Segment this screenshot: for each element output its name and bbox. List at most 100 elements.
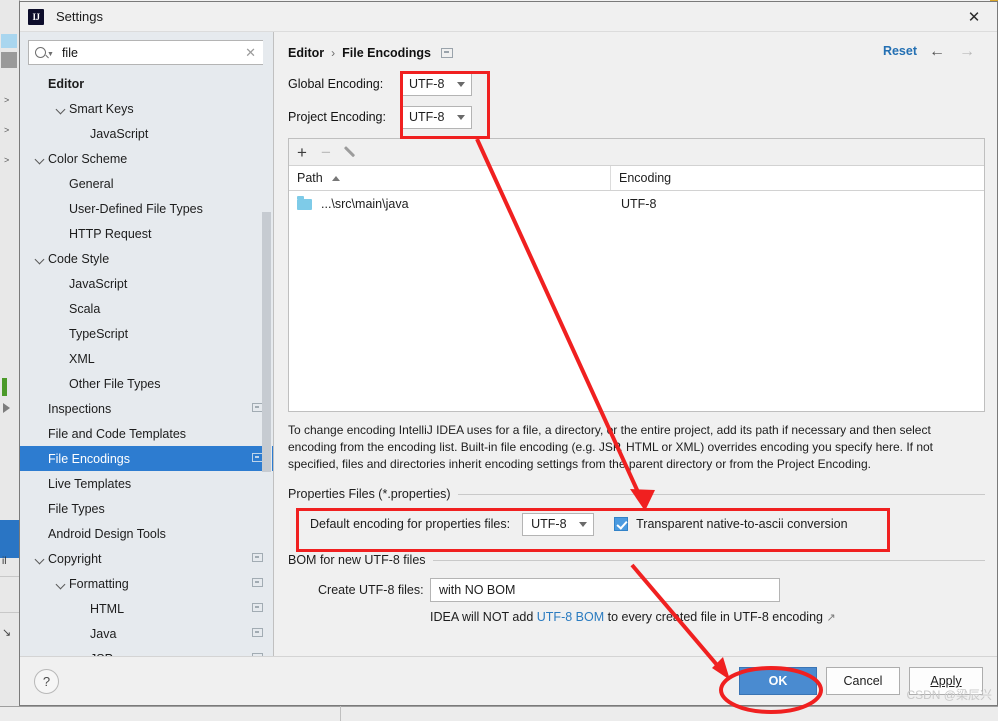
sidebar-item-http-request[interactable]: HTTP Request	[20, 221, 273, 246]
nav-back-icon[interactable]: ←	[929, 43, 945, 61]
sidebar-item-android-design-tools[interactable]: Android Design Tools	[20, 521, 273, 546]
chevron-down-icon	[457, 114, 465, 120]
project-encoding-dropdown[interactable]: UTF-8	[400, 105, 472, 129]
table-cell-encoding[interactable]: UTF-8	[621, 197, 984, 211]
encodings-table-body[interactable]: ...\src\main\java UTF-8	[289, 191, 984, 411]
chevron-down-icon[interactable]	[55, 578, 67, 590]
settings-tree[interactable]: Editor Smart Keys JavaScript Color Scheme Ge…	[20, 71, 273, 656]
sidebar-item-editor[interactable]: Editor	[20, 71, 273, 96]
sidebar-item-html[interactable]: HTML	[20, 596, 273, 621]
sidebar-item-label: HTML	[90, 601, 125, 616]
sidebar-item-file-encodings[interactable]: File Encodings	[20, 446, 273, 471]
group-divider	[457, 493, 985, 495]
sidebar-item-label: File Types	[48, 501, 105, 516]
global-encoding-dropdown[interactable]: UTF-8	[400, 72, 472, 96]
background-run-icon	[3, 403, 10, 413]
column-header-encoding[interactable]: Encoding	[611, 166, 984, 190]
search-box[interactable]: ▼ file ✕	[28, 40, 265, 65]
add-path-button[interactable]: +	[297, 144, 307, 161]
background-selected-row	[0, 520, 20, 558]
breadcrumb-parent[interactable]: Editor	[288, 46, 324, 60]
chevron-down-icon	[579, 521, 588, 527]
cancel-button[interactable]: Cancel	[826, 667, 900, 695]
project-encoding-label: Project Encoding:	[288, 110, 386, 124]
bom-create-value: with NO BOM	[439, 583, 516, 597]
sidebar-item-formatting[interactable]: Formatting	[20, 571, 273, 596]
close-icon[interactable]: ✕	[951, 2, 997, 32]
background-status-bar	[0, 706, 998, 721]
transparent-conversion-label[interactable]: Transparent native-to-ascii conversion	[636, 517, 847, 531]
apply-button[interactable]: Apply	[909, 667, 983, 695]
column-header-path[interactable]: Path	[289, 166, 611, 190]
global-encoding-label: Global Encoding:	[288, 77, 384, 91]
chevron-down-icon[interactable]	[55, 103, 67, 115]
settings-main-panel: Editor › File Encodings Reset ← → Global…	[274, 32, 997, 656]
table-row[interactable]: ...\src\main\java UTF-8	[289, 191, 984, 217]
reset-link[interactable]: Reset	[883, 44, 917, 58]
sidebar-item-other-file-types[interactable]: Other File Types	[20, 371, 273, 396]
sidebar-item-copyright[interactable]: Copyright	[20, 546, 273, 571]
project-scope-icon	[252, 603, 263, 612]
external-link-icon[interactable]: ↗	[826, 612, 835, 624]
sidebar-item-file-and-code-templates[interactable]: File and Code Templates	[20, 421, 273, 446]
breadcrumb: Editor › File Encodings Reset ← →	[288, 42, 985, 64]
sidebar-item-smart-keys[interactable]: Smart Keys	[20, 96, 273, 121]
sidebar-item-java[interactable]: Java	[20, 621, 273, 646]
sidebar-scrollbar[interactable]	[262, 32, 272, 656]
sidebar-item-live-templates[interactable]: Live Templates	[20, 471, 273, 496]
bom-group-header: BOM for new UTF-8 files	[288, 553, 985, 567]
project-scope-icon	[441, 48, 454, 58]
sidebar-item-xml[interactable]: XML	[20, 346, 273, 371]
sidebar-item-inspections[interactable]: Inspections	[20, 396, 273, 421]
sidebar-item-code-style[interactable]: Code Style	[20, 246, 273, 271]
sidebar-scrollbar-thumb[interactable]	[262, 212, 271, 472]
properties-group-header: Properties Files (*.properties)	[288, 487, 985, 501]
dialog-body: ▼ file ✕ Editor Smart Keys JavaScript Color…	[20, 32, 997, 656]
clear-search-icon[interactable]: ✕	[245, 45, 258, 61]
bom-create-dropdown[interactable]: with NO BOM	[430, 578, 780, 602]
sidebar-item-jsp[interactable]: JSP	[20, 646, 273, 656]
pencil-icon[interactable]	[345, 145, 360, 160]
project-scope-icon	[252, 553, 263, 562]
nav-forward-icon[interactable]: →	[959, 43, 975, 61]
sidebar-item-typescript[interactable]: TypeScript	[20, 321, 273, 346]
column-header-encoding-label: Encoding	[619, 171, 672, 185]
ok-button[interactable]: OK	[739, 667, 817, 695]
search-icon	[35, 47, 46, 58]
properties-encoding-dropdown[interactable]: UTF-8	[522, 512, 595, 536]
sidebar-item-user-defined-file-types[interactable]: User-Defined File Types	[20, 196, 273, 221]
sidebar-item-label: Code Style	[48, 251, 110, 266]
dialog-footer: ? OK Cancel Apply CSDN @梁辰兴	[20, 656, 997, 705]
sidebar-item-javascript[interactable]: JavaScript	[20, 271, 273, 296]
sidebar-item-general[interactable]: General	[20, 171, 273, 196]
properties-encoding-value: UTF-8	[531, 517, 567, 531]
help-button[interactable]: ?	[34, 668, 59, 694]
sidebar-item-color-scheme[interactable]: Color Scheme	[20, 146, 273, 171]
utf8-bom-link[interactable]: UTF-8 BOM	[537, 610, 604, 624]
search-input[interactable]: file	[62, 46, 245, 60]
sidebar-item-scala[interactable]: Scala	[20, 296, 273, 321]
remove-path-button: −	[320, 142, 331, 162]
chevron-down-icon[interactable]	[34, 553, 46, 565]
transparent-conversion-checkbox[interactable]	[614, 517, 629, 531]
sidebar-item-label: Java	[90, 626, 117, 641]
chevron-down-icon	[457, 81, 465, 87]
sidebar-item-label: Color Scheme	[48, 151, 128, 166]
chevron-down-icon[interactable]	[34, 253, 46, 265]
background-vcs-marker	[2, 378, 7, 396]
properties-encoding-label: Default encoding for properties files:	[310, 517, 511, 531]
sidebar-item-file-types[interactable]: File Types	[20, 496, 273, 521]
chevron-down-icon[interactable]	[34, 153, 46, 165]
sidebar-item-label: XML	[69, 351, 95, 366]
sidebar-item-javascript[interactable]: JavaScript	[20, 121, 273, 146]
